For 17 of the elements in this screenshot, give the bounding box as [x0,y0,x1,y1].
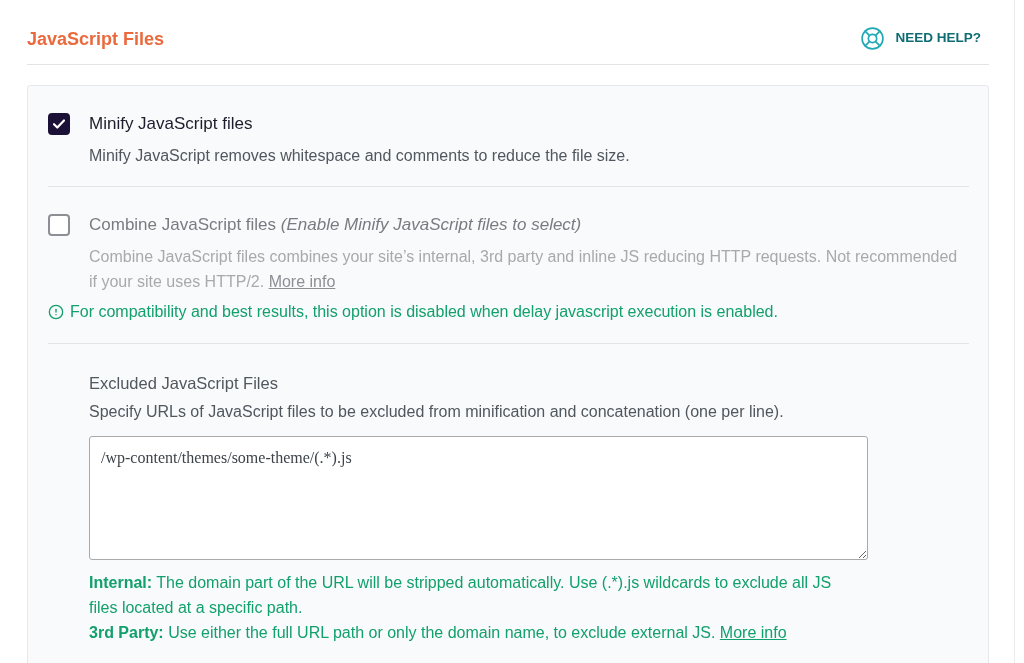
option-description: Minify JavaScript removes whitespace and comments to reduce the file size. [89,146,631,166]
option-label: Combine JavaScript files (Enable Minify JavaScript files to select) [89,214,582,236]
section-title: JavaScript Files [27,27,165,51]
need-help-link[interactable]: NEED HELP? [860,26,981,51]
excluded-files-title: Excluded JavaScript Files [89,373,279,394]
checkbox[interactable] [48,113,70,135]
check-icon [53,119,65,129]
note-text: Internal: The domain part of the URL will be stripped automatically. Use (.*).js wildcards to exclude all JS files located at a specific path. [89,573,833,618]
more-info-link[interactable]: More info [719,624,787,641]
warning-text: For compatibility and best results, this option is disabled when delay javascript execution is enabled. [70,302,778,322]
option-description: Combine JavaScript files combines your site’s internal, 3rd party and inline JS reducing HTTP requests. Not recommended if your site uses HTTP/2. More info [89,247,959,292]
option-label: Minify JavaScript files [89,113,253,135]
excluded-files-textarea[interactable]: /wp-content/themes/some-theme/(.*).js [89,436,868,560]
excluded-files-description: Specify URLs of JavaScript files to be excluded from minification and concatenation (one per line). [89,402,785,422]
lifebuoy-icon [860,26,886,51]
warning-icon [48,303,64,320]
note-text: 3rd Party: Use either the full URL path or only the domain name, to exclude external JS. More info [89,623,788,643]
